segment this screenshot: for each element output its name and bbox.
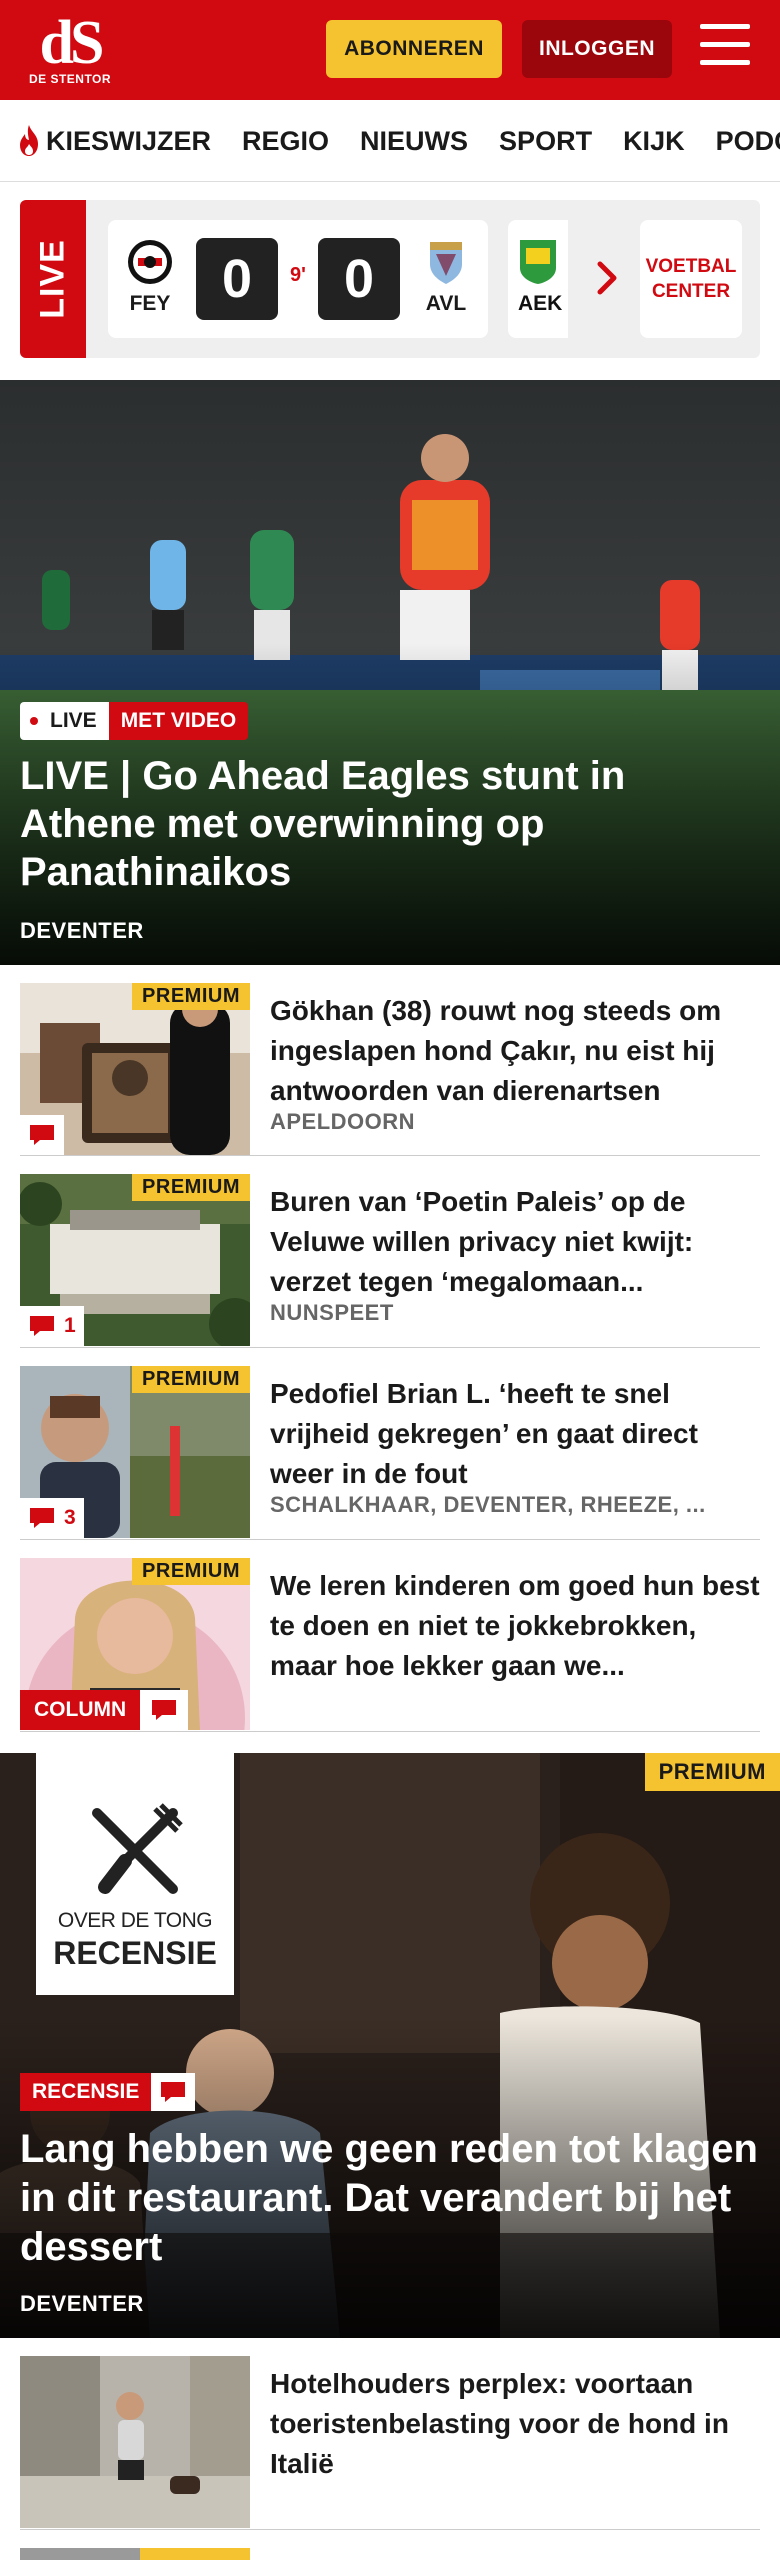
review-location: DEVENTER (20, 2291, 144, 2316)
over-de-tong-logo: OVER DE TONG RECENSIE (36, 1753, 234, 1995)
article-title[interactable]: Hotelhouders perplex: voortaan toeristen… (270, 2364, 760, 2484)
review-badges: RECENSIE (20, 2073, 196, 2111)
hero-title[interactable]: LIVE | Go Ahead Eagles stunt in Athene m… (20, 752, 760, 896)
away-score: 0 (318, 238, 400, 320)
article-thumbnail: PREMIUM 3 (20, 1366, 250, 1538)
article-location: NUNSPEET (270, 1300, 394, 1325)
aek-crest-icon (520, 240, 556, 284)
comment-icon[interactable] (159, 2080, 187, 2104)
nav-item-kijk[interactable]: KIJK (623, 126, 685, 157)
voetbal-center-line2: CENTER (651, 281, 731, 302)
comment-count[interactable]: 1 (20, 1306, 84, 1346)
comment-icon (30, 1508, 54, 1528)
logo-name: DE STENTOR (28, 72, 112, 86)
fork-knife-icon (92, 1803, 183, 1894)
voetbal-center-button[interactable]: VOETBAL CENTER (640, 220, 742, 338)
premium-badge: PREMIUM (132, 1558, 250, 1585)
article-title[interactable]: We leren kinderen om goed hun best te do… (270, 1566, 760, 1686)
flame-icon (20, 125, 38, 156)
home-score: 0 (196, 238, 278, 320)
review-title[interactable]: Lang hebben we geen reden tot klagen in … (20, 2125, 760, 2272)
nav-item-kieswijzer[interactable]: KIESWIJZER (16, 124, 211, 158)
hero-article[interactable]: LIVE MET VIDEO LIVE | Go Ahead Eagles st… (0, 380, 780, 965)
voetbal-center-line1: VOETBAL (645, 256, 737, 277)
article-title[interactable]: Pedofiel Brian L. ‘heeft te snel vrijhei… (270, 1374, 760, 1494)
top-header: dS DE STENTOR ABONNEREN INLOGGEN (0, 0, 780, 100)
comment-icon (30, 1316, 54, 1336)
premium-badge: PREMIUM (132, 983, 250, 1010)
next-match-card[interactable]: AEK (508, 220, 568, 338)
comment-icon[interactable] (150, 1698, 178, 1722)
list-item[interactable]: PREMIUM COLUMN We leren kinderen om goed… (20, 1540, 760, 1732)
home-team-abbr: FEY (129, 292, 171, 315)
aston-villa-crest-icon (430, 242, 462, 284)
live-scoreboard: LIVE FEY 0 9' 0 AVL AEK VOETBAL CENTER (20, 200, 760, 358)
comment-count[interactable] (20, 1115, 64, 1155)
nav-item-regio[interactable]: REGIO (242, 126, 329, 157)
list-item[interactable]: PREMIUM Gökhan (38) rouwt nog steeds om … (20, 965, 760, 1156)
premium-badge: PREMIUM (644, 1753, 780, 1791)
review-article[interactable]: PREMIUM OVER DE TONG RECENSIE RECENSIE L… (0, 1753, 780, 2338)
video-badge: MET VIDEO (108, 702, 249, 740)
article-thumbnail: PREMIUM COLUMN (20, 1558, 250, 1730)
list-item[interactable]: PREMIUM 3 Pedofiel Brian L. ‘heeft te sn… (20, 1348, 760, 1540)
subscribe-button[interactable]: ABONNEREN (326, 20, 502, 78)
list-item[interactable]: Hotelhouders perplex: voortaan toeristen… (20, 2338, 760, 2530)
match-card[interactable]: FEY 0 9' 0 AVL (108, 220, 488, 338)
article-title[interactable]: Gökhan (38) rouwt nog steeds om ingeslap… (270, 991, 760, 1111)
nav-item-podcasts[interactable]: PODCASTS (716, 126, 780, 157)
match-minute: 9' (290, 264, 306, 286)
hero-location: DEVENTER (20, 918, 144, 943)
column-badge: COLUMN (20, 1690, 189, 1730)
chevron-right-icon[interactable] (588, 258, 628, 298)
next-team-abbr: AEK (518, 292, 563, 315)
main-nav: KIESWIJZER REGIO NIEUWS SPORT KIJK PODCA… (0, 100, 780, 182)
logo[interactable]: dS DE STENTOR (24, 12, 124, 88)
review-badge: RECENSIE (20, 2073, 152, 2111)
comment-count[interactable]: 3 (20, 1498, 84, 1538)
premium-badge: PREMIUM (132, 1174, 250, 1201)
live-label: LIVE (20, 200, 86, 358)
hamburger-icon[interactable] (700, 24, 752, 72)
article-location: SCHALKHAAR, DEVENTER, RHEEZE, ... (270, 1492, 706, 1517)
premium-badge: PREMIUM (132, 1366, 250, 1393)
nav-item-nieuws[interactable]: NIEUWS (360, 126, 468, 157)
home-team: FEY (120, 238, 180, 316)
article-thumbnail (20, 2356, 250, 2528)
login-button[interactable]: INLOGGEN (522, 20, 672, 78)
hero-badges: LIVE MET VIDEO (20, 702, 249, 740)
logo-line1: OVER DE TONG (57, 1909, 213, 1932)
next-article-thumbnail (20, 2548, 250, 2560)
away-team-abbr: AVL (425, 292, 467, 315)
nav-item-sport[interactable]: SPORT (499, 126, 592, 157)
article-title[interactable]: Buren van ‘Poetin Paleis’ op de Veluwe w… (270, 1182, 760, 1302)
live-badge: LIVE (20, 702, 109, 740)
article-thumbnail: PREMIUM 1 (20, 1174, 250, 1346)
logo-line2: RECENSIE (53, 1935, 217, 1971)
list-item[interactable]: PREMIUM 1 Buren van ‘Poetin Paleis’ op d… (20, 1156, 760, 1348)
away-team: AVL (416, 238, 476, 316)
article-location: APELDOORN (270, 1109, 416, 1134)
logo-mark: dS (39, 9, 105, 77)
nav-item-label: KIESWIJZER (46, 125, 212, 156)
comment-icon (30, 1125, 54, 1145)
feyenoord-crest-icon (128, 240, 172, 284)
article-thumbnail: PREMIUM (20, 983, 250, 1155)
